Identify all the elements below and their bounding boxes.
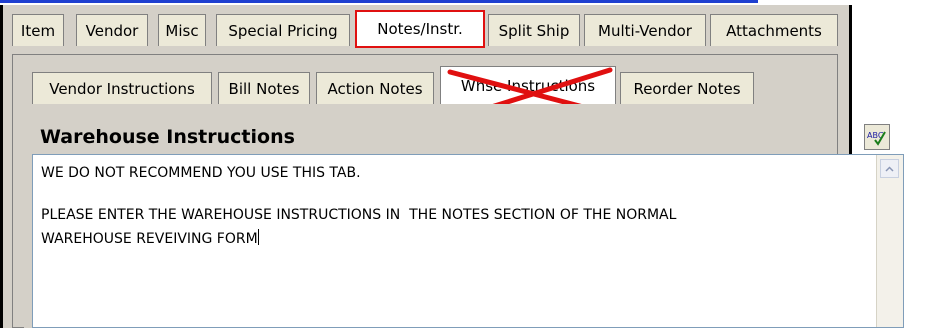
text-line-1: WE DO NOT RECOMMEND YOU USE THIS TAB. <box>41 165 361 181</box>
tab-item[interactable]: Item <box>12 14 64 46</box>
subtab-action-notes[interactable]: Action Notes <box>316 72 434 104</box>
tab-notes-instr[interactable]: Notes/Instr. <box>355 10 485 48</box>
instructions-textarea[interactable]: WE DO NOT RECOMMEND YOU USE THIS TAB. PL… <box>32 154 904 328</box>
subtab-reorder-notes-label: Reorder Notes <box>633 79 741 98</box>
tab-notes-instr-label: Notes/Instr. <box>377 20 463 38</box>
subtab-whse-instructions-label: Whse Instructions <box>460 76 596 95</box>
tab-special-pricing[interactable]: Special Pricing <box>216 14 350 46</box>
vertical-scrollbar[interactable] <box>876 155 903 327</box>
tab-special-pricing-label: Special Pricing <box>228 21 338 40</box>
subtab-action-notes-label: Action Notes <box>327 79 423 98</box>
subtab-bill-notes[interactable]: Bill Notes <box>218 72 310 104</box>
tab-attachments[interactable]: Attachments <box>710 14 838 46</box>
spell-check-icon: ABC <box>867 131 886 146</box>
scroll-up-button[interactable] <box>880 159 899 178</box>
subtab-vendor-instructions-label: Vendor Instructions <box>49 79 195 98</box>
subtab-vendor-instructions[interactable]: Vendor Instructions <box>32 72 212 104</box>
tab-multi-vendor[interactable]: Multi-Vendor <box>584 14 706 46</box>
tab-split-ship-label: Split Ship <box>498 21 570 40</box>
subtab-whse-instructions[interactable]: Whse Instructions <box>440 66 616 104</box>
tab-vendor[interactable]: Vendor <box>76 14 148 46</box>
subtab-bill-notes-label: Bill Notes <box>228 79 300 98</box>
tab-misc[interactable]: Misc <box>158 14 206 46</box>
section-title: Warehouse Instructions <box>40 126 295 148</box>
spell-check-button[interactable]: ABC <box>864 124 890 150</box>
text-line-2: PLEASE ENTER THE WAREHOUSE INSTRUCTIONS … <box>41 207 677 223</box>
chevron-up-icon <box>885 165 894 172</box>
tab-attachments-label: Attachments <box>726 21 822 40</box>
tab-misc-label: Misc <box>165 21 199 40</box>
text-caret <box>257 229 259 245</box>
panel-border-left <box>0 5 3 328</box>
tab-vendor-label: Vendor <box>85 21 139 40</box>
tab-split-ship[interactable]: Split Ship <box>488 14 580 46</box>
top-link-strip[interactable] <box>0 0 758 3</box>
tab-item-label: Item <box>20 21 56 40</box>
tab-multi-vendor-label: Multi-Vendor <box>598 21 692 40</box>
subtab-reorder-notes[interactable]: Reorder Notes <box>620 72 754 104</box>
text-line-3: WAREHOUSE REVEIVING FORM <box>41 229 259 247</box>
